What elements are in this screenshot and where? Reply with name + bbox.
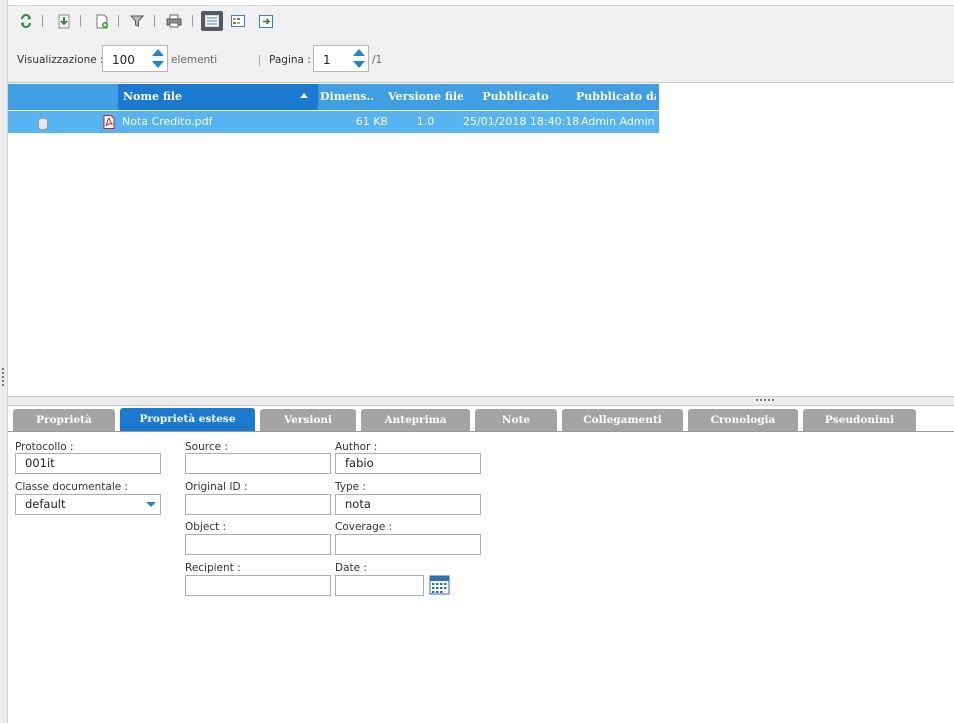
tab-divider bbox=[8, 431, 954, 432]
column-header-name[interactable]: Nome file bbox=[118, 84, 318, 110]
coverage-label: Coverage : bbox=[335, 521, 393, 533]
left-splitter[interactable] bbox=[0, 0, 8, 723]
toolbar-separator bbox=[80, 15, 81, 27]
increment-arrow-icon[interactable] bbox=[152, 49, 164, 56]
calendar-icon[interactable] bbox=[429, 574, 450, 595]
coverage-field[interactable] bbox=[335, 534, 481, 555]
pager-separator bbox=[259, 55, 260, 66]
toolbar-separator bbox=[118, 15, 119, 27]
date-field[interactable] bbox=[335, 575, 424, 596]
splitter-grip-icon bbox=[756, 399, 776, 401]
page-label: Pagina : bbox=[269, 54, 311, 66]
page-size-value: 100 bbox=[112, 53, 135, 67]
author-label: Author : bbox=[335, 441, 378, 453]
author-field[interactable]: fabio bbox=[335, 453, 481, 474]
tab-cronologia[interactable]: Cronologia bbox=[688, 409, 798, 432]
pager-bar: Visualizzazione : 100 elementi Pagina : … bbox=[8, 37, 954, 83]
column-header-size[interactable]: Dimens... bbox=[320, 84, 373, 110]
decrement-arrow-icon[interactable] bbox=[152, 61, 164, 68]
page-total: /1 bbox=[372, 54, 383, 66]
toolbar-separator bbox=[42, 15, 43, 27]
tab-proprieta[interactable]: Proprietà bbox=[13, 409, 115, 432]
column-header-published-by[interactable]: Pubblicato da bbox=[576, 84, 656, 110]
list-view-icon[interactable] bbox=[201, 11, 223, 31]
file-size-cell: 61 KB bbox=[355, 115, 388, 128]
file-version-cell: 1.0 bbox=[416, 115, 435, 128]
toolbar-separator bbox=[192, 15, 193, 27]
published-by-cell: Admin Admin bbox=[581, 115, 655, 128]
tab-pseudonimi[interactable]: Pseudonimi bbox=[803, 409, 916, 432]
tab-anteprima[interactable]: Anteprima bbox=[361, 409, 470, 432]
source-label: Source : bbox=[185, 441, 228, 453]
file-name-cell[interactable]: Nota Credito.pdf bbox=[122, 111, 212, 133]
tab-proprieta-estese[interactable]: Proprietà estese bbox=[120, 408, 255, 432]
column-header-published[interactable]: Pubblicato bbox=[478, 84, 553, 110]
page-size-stepper[interactable]: 100 bbox=[102, 45, 168, 72]
page-number-value: 1 bbox=[323, 53, 331, 67]
tab-versioni[interactable]: Versioni bbox=[260, 409, 356, 432]
column-header-version[interactable]: Versione file bbox=[388, 84, 463, 110]
recipient-label: Recipient : bbox=[185, 562, 241, 574]
database-icon bbox=[38, 116, 48, 130]
print-icon[interactable] bbox=[166, 13, 182, 29]
new-document-icon[interactable] bbox=[94, 13, 110, 29]
sort-ascending-icon bbox=[300, 93, 308, 98]
download-icon[interactable] bbox=[56, 13, 72, 29]
object-field[interactable] bbox=[185, 534, 331, 555]
type-label: Type : bbox=[335, 481, 366, 493]
display-label: Visualizzazione : bbox=[17, 54, 104, 66]
refresh-icon[interactable] bbox=[18, 13, 34, 29]
toolbar-separator bbox=[154, 15, 155, 27]
decrement-arrow-icon[interactable] bbox=[353, 61, 365, 68]
protocollo-label: Protocollo : bbox=[15, 441, 74, 453]
column-header-label: Nome file bbox=[123, 90, 183, 103]
object-label: Object : bbox=[185, 521, 227, 533]
date-label: Date : bbox=[335, 562, 367, 574]
chevron-down-icon[interactable] bbox=[146, 502, 156, 507]
classe-value: default bbox=[25, 497, 66, 511]
export-icon[interactable] bbox=[258, 13, 274, 29]
toolbar bbox=[8, 5, 954, 38]
grid-view-icon[interactable] bbox=[230, 13, 246, 29]
protocollo-field[interactable]: 001it bbox=[15, 453, 161, 474]
header-icons-column bbox=[8, 84, 118, 110]
recipient-field[interactable] bbox=[185, 575, 331, 596]
classe-select[interactable]: default bbox=[15, 494, 161, 515]
published-date-cell: 25/01/2018 18:40:18 bbox=[463, 115, 580, 128]
table-row[interactable]: Nota Credito.pdf 61 KB 1.0 25/01/2018 18… bbox=[8, 111, 659, 133]
increment-arrow-icon[interactable] bbox=[353, 49, 365, 56]
type-field[interactable]: nota bbox=[335, 494, 481, 515]
grid-header: Nome file Dimens... Versione file Pubbli… bbox=[8, 84, 659, 110]
tab-collegamenti[interactable]: Collegamenti bbox=[562, 409, 683, 432]
source-field[interactable] bbox=[185, 453, 331, 474]
tab-note[interactable]: Note bbox=[475, 409, 557, 432]
page-number-stepper[interactable]: 1 bbox=[313, 45, 369, 72]
splitter-grip-icon bbox=[2, 368, 4, 388]
horizontal-splitter[interactable] bbox=[8, 396, 954, 406]
original-id-label: Original ID : bbox=[185, 481, 248, 493]
classe-label: Classe documentale : bbox=[15, 481, 129, 493]
filter-icon[interactable] bbox=[129, 13, 145, 29]
elements-label: elementi bbox=[171, 54, 218, 66]
pdf-file-icon bbox=[103, 115, 115, 129]
original-id-field[interactable] bbox=[185, 494, 331, 515]
